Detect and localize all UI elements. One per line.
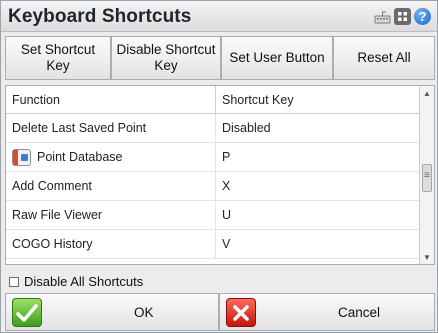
keyboard-icon[interactable]	[374, 8, 391, 25]
title-bar-icons: ?	[374, 8, 431, 25]
point-database-icon	[12, 148, 31, 166]
window-title: Keyboard Shortcuts	[8, 6, 192, 27]
vertical-scrollbar[interactable]: ▲ ▼	[419, 86, 434, 264]
scrollbar-thumb[interactable]	[422, 164, 432, 192]
set-shortcut-key-button[interactable]: Set Shortcut Key	[5, 36, 111, 80]
shortcuts-table: Function Shortcut Key Delete Last Saved …	[5, 85, 435, 265]
shortcut-cell: U	[222, 208, 232, 222]
cancel-label: Cancel	[338, 305, 381, 320]
function-cell: COGO History	[6, 230, 216, 258]
function-cell: Delete Last Saved Point	[6, 114, 216, 142]
function-cell: Point Database	[6, 143, 216, 171]
table-header: Function Shortcut Key	[6, 86, 420, 114]
action-toolbar: Set Shortcut Key Disable Shortcut Key Se…	[5, 36, 435, 80]
scroll-down-icon[interactable]: ▼	[420, 250, 434, 264]
shortcut-cell: X	[222, 179, 231, 193]
shortcut-cell: Disabled	[222, 121, 271, 135]
cancel-button[interactable]: Cancel	[219, 293, 435, 331]
dialog-footer: OK Cancel	[5, 293, 435, 331]
ok-label: OK	[134, 305, 154, 320]
table-row[interactable]: COGO History V	[6, 230, 420, 259]
function-cell: Raw File Viewer	[6, 201, 216, 229]
keyboard-shortcuts-window: Keyboard Shortcuts ? Set Shortcut Key Di…	[0, 0, 438, 333]
disable-all-shortcuts-option[interactable]: Disable All Shortcuts	[9, 274, 143, 289]
shortcut-cell: V	[222, 237, 231, 251]
help-icon[interactable]: ?	[414, 8, 431, 25]
scroll-up-icon[interactable]: ▲	[420, 86, 434, 100]
table-row[interactable]: Raw File Viewer U	[6, 201, 420, 230]
title-bar: Keyboard Shortcuts ?	[1, 1, 437, 32]
disable-all-shortcuts-checkbox[interactable]	[9, 276, 19, 287]
reset-all-button[interactable]: Reset All	[333, 36, 435, 80]
function-label: Point Database	[37, 150, 123, 164]
table-body: Delete Last Saved Point Disabled Point D…	[6, 114, 420, 259]
checkmark-icon	[12, 298, 42, 327]
grid-icon[interactable]	[394, 8, 411, 25]
ok-button[interactable]: OK	[5, 293, 219, 331]
shortcut-cell: P	[222, 150, 231, 164]
disable-all-shortcuts-label[interactable]: Disable All Shortcuts	[24, 274, 143, 289]
table-row[interactable]: Add Comment X	[6, 172, 420, 201]
column-header-function[interactable]: Function	[6, 86, 216, 114]
close-icon	[226, 298, 256, 327]
disable-shortcut-key-button[interactable]: Disable Shortcut Key	[111, 36, 221, 80]
table-row[interactable]: Point Database P	[6, 143, 420, 172]
column-header-shortcut-key[interactable]: Shortcut Key	[216, 86, 420, 114]
table-row[interactable]: Delete Last Saved Point Disabled	[6, 114, 420, 143]
set-user-button-button[interactable]: Set User Button	[221, 36, 333, 80]
function-cell: Add Comment	[6, 172, 216, 200]
